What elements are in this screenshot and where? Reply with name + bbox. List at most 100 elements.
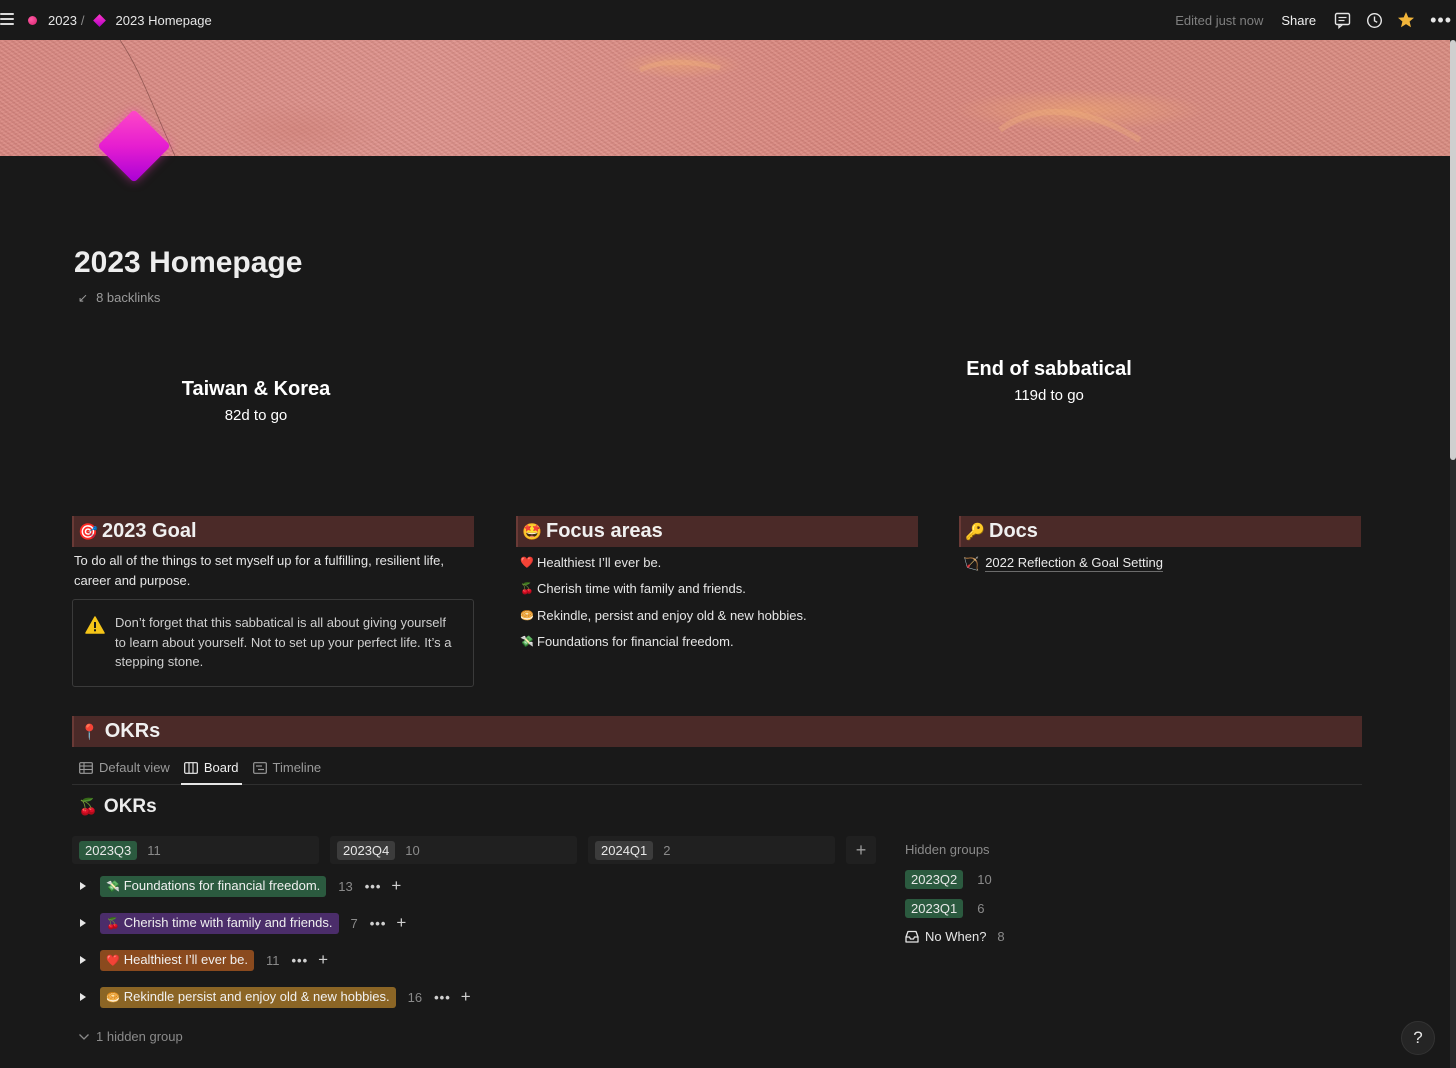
list-item: ❤️ Healthiest I’ll ever be. xyxy=(516,549,918,576)
heart-icon: ❤️ xyxy=(106,954,120,967)
breadcrumb-separator: / xyxy=(80,12,85,28)
page-diamond-icon xyxy=(92,13,106,27)
goal-column: 🎯 2023 Goal To do all of the things to s… xyxy=(72,516,474,687)
hidden-group-toggle[interactable]: 1 hidden group xyxy=(78,1029,183,1044)
board-group-2024q1[interactable]: 2024Q1 2 xyxy=(588,836,835,864)
hidden-group-2023q2[interactable]: 2023Q2 10 xyxy=(905,870,992,889)
toggle-triangle-icon[interactable] xyxy=(80,993,86,1001)
subgroup-row-family[interactable]: 🍒 Cherish time with family and friends. 7… xyxy=(78,912,406,934)
top-actions: Edited just now Share ••• xyxy=(1175,0,1456,40)
subgroup-count: 7 xyxy=(350,915,358,931)
money-wings-icon: 💸 xyxy=(520,636,534,649)
backlinks[interactable]: ↙ 8 backlinks xyxy=(78,290,160,305)
tab-label: Default view xyxy=(99,760,170,775)
group-tag: 2023Q2 xyxy=(905,870,964,889)
subgroup-row-hobbies[interactable]: 🥯 Rekindle persist and enjoy old & new ho… xyxy=(78,986,471,1008)
cherry-icon: 🍒 xyxy=(78,799,98,816)
group-tag: 2023Q4 xyxy=(337,840,396,860)
chevron-down-icon xyxy=(78,1033,90,1041)
breadcrumb-current[interactable]: 2023 Homepage xyxy=(116,13,212,28)
breadcrumb-parent[interactable]: 2023 xyxy=(48,13,77,28)
docs-column: 🔑 Docs 🏹 2022 Reflection & Goal Setting xyxy=(959,516,1361,572)
subgroup-row-financial[interactable]: 💸 Foundations for financial freedom. 13 •… xyxy=(78,875,401,897)
tab-timeline[interactable]: Timeline xyxy=(246,751,329,784)
doc-link-reflection[interactable]: 🏹 2022 Reflection & Goal Setting xyxy=(959,547,1361,572)
board-group-2023q3[interactable]: 2023Q3 11 xyxy=(72,836,319,864)
backlinks-label: 8 backlinks xyxy=(96,290,161,305)
favorite-star-icon[interactable] xyxy=(1396,10,1416,30)
warning-icon xyxy=(85,616,105,640)
goal-text: To do all of the things to set myself up… xyxy=(74,553,444,588)
group-count: 11 xyxy=(147,842,161,858)
subgroup-label: Rekindle persist and enjoy old & new hob… xyxy=(123,988,390,1004)
subgroup-label: Foundations for financial freedom. xyxy=(123,877,321,893)
add-group-button[interactable]: + xyxy=(846,836,876,864)
list-item: 🥯 Rekindle, persist and enjoy old & new … xyxy=(516,602,918,629)
callout-text: Don’t forget that this sabbatical is all… xyxy=(115,615,452,669)
more-options-icon[interactable]: ••• xyxy=(291,953,308,968)
toggle-triangle-icon[interactable] xyxy=(80,882,86,890)
toggle-triangle-icon[interactable] xyxy=(80,919,86,927)
subgroup-count: 13 xyxy=(338,878,353,894)
cherry-icon: 🍒 xyxy=(106,917,120,930)
callout-block: Don’t forget that this sabbatical is all… xyxy=(72,599,474,687)
focus-item-label: Healthiest I’ll ever be. xyxy=(537,554,662,570)
countdown-title: End of sabbatical xyxy=(966,358,1132,380)
target-icon: 🎯 xyxy=(78,523,98,541)
group-count: 6 xyxy=(977,901,985,916)
add-card-button[interactable]: + xyxy=(461,987,471,1007)
bagel-icon: 🥯 xyxy=(520,609,534,622)
key-icon: 🔑 xyxy=(965,523,985,541)
cherry-icon: 🍒 xyxy=(520,583,534,596)
group-count: 2 xyxy=(663,842,671,858)
scrollbar-thumb[interactable] xyxy=(1450,40,1456,460)
countdown-title: Taiwan & Korea xyxy=(181,378,331,400)
countdown-remaining: 119d to go xyxy=(1014,387,1084,404)
database-title[interactable]: 🍒 OKRs xyxy=(78,796,157,818)
tab-default-view[interactable]: Default view xyxy=(72,751,177,784)
money-wings-icon: 💸 xyxy=(106,880,120,893)
tab-label: Board xyxy=(203,760,239,775)
group-tag: 2024Q1 xyxy=(595,840,654,860)
board-group-2023q4[interactable]: 2023Q4 10 xyxy=(330,836,577,864)
subgroup-tag: 🥯 Rekindle persist and enjoy old & new ho… xyxy=(100,986,396,1008)
add-card-button[interactable]: + xyxy=(391,876,401,896)
add-card-button[interactable]: + xyxy=(318,950,328,970)
help-button[interactable]: ? xyxy=(1401,1021,1435,1055)
group-tag: 2023Q1 xyxy=(905,899,964,918)
hidden-group-2023q1[interactable]: 2023Q1 6 xyxy=(905,899,985,918)
group-tag: 2023Q3 xyxy=(79,840,138,860)
cover-image[interactable] xyxy=(0,40,1450,156)
add-card-button[interactable]: + xyxy=(396,913,406,933)
comments-icon[interactable] xyxy=(1332,10,1352,30)
group-count: 10 xyxy=(977,872,992,887)
menu-icon[interactable] xyxy=(0,12,14,26)
history-clock-icon[interactable] xyxy=(1364,10,1384,30)
more-options-icon[interactable]: ••• xyxy=(434,990,451,1005)
table-icon xyxy=(79,761,93,774)
doc-link-label: 2022 Reflection & Goal Setting xyxy=(985,555,1163,572)
inbox-tray-icon xyxy=(905,930,919,943)
toggle-triangle-icon[interactable] xyxy=(80,956,86,964)
page-title: 2023 Homepage xyxy=(74,246,303,279)
tab-board[interactable]: Board xyxy=(177,751,246,785)
backlink-arrow-icon: ↙ xyxy=(78,290,89,305)
bow-arrow-icon: 🏹 xyxy=(963,555,980,571)
share-button[interactable]: Share xyxy=(1281,13,1316,28)
more-options-icon[interactable]: ••• xyxy=(1430,10,1452,31)
no-when-group: No When? xyxy=(905,929,986,944)
hidden-group-no-when[interactable]: No When? 8 xyxy=(905,929,1005,944)
more-options-icon[interactable]: ••• xyxy=(370,916,387,931)
top-bar: 2023 / 2023 Homepage Edited just now Sha… xyxy=(0,0,1456,40)
goal-heading-text: 2023 Goal xyxy=(102,520,197,542)
timeline-icon xyxy=(252,761,267,774)
countdown-widget-sabbatical: End of sabbatical 119d to go xyxy=(929,358,1169,404)
breadcrumb: 2023 / 2023 Homepage xyxy=(28,0,212,40)
more-options-icon[interactable]: ••• xyxy=(365,879,382,894)
subgroup-row-health[interactable]: ❤️ Healthiest I’ll ever be. 11 ••• + xyxy=(78,949,328,971)
tab-label: Timeline xyxy=(272,760,322,775)
bagel-icon: 🥯 xyxy=(106,991,120,1004)
goal-heading: 🎯 2023 Goal xyxy=(72,516,474,547)
list-item: 🍒 Cherish time with family and friends. xyxy=(516,576,918,603)
countdown-remaining: 82d to go xyxy=(224,407,288,424)
